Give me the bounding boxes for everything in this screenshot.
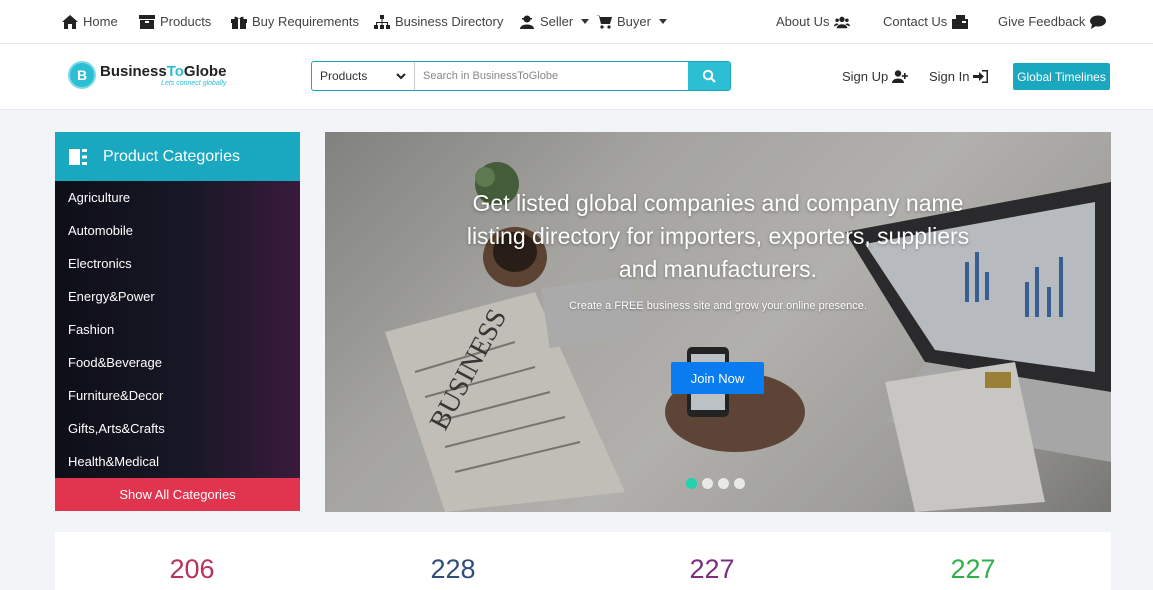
search-category-select[interactable]: Products	[312, 62, 415, 90]
site-logo[interactable]: B BusinessToGlobe Lets connect globally	[68, 61, 226, 89]
category-item-agriculture[interactable]: Agriculture	[55, 181, 300, 214]
gift-icon	[231, 16, 247, 29]
site-header: B BusinessToGlobe Lets connect globally …	[0, 44, 1153, 110]
carousel-dot-3[interactable]	[718, 478, 729, 489]
nav-business-directory[interactable]: Business Directory	[374, 14, 503, 29]
fax-icon	[952, 14, 969, 29]
users-icon	[834, 16, 851, 28]
nav-about-us-label: About Us	[776, 14, 830, 29]
chevron-down-icon	[396, 73, 406, 80]
category-item-energy-power[interactable]: Energy&Power	[55, 280, 300, 313]
list-icon	[69, 148, 87, 165]
nav-buy-requirements[interactable]: Buy Requirements	[231, 14, 359, 29]
stat-value-3: 227	[689, 554, 735, 584]
sign-in-link[interactable]: Sign In	[929, 69, 989, 84]
sitemap-icon	[374, 14, 390, 29]
logo-word-to: To	[166, 62, 184, 80]
logo-text: BusinessToGlobe Lets connect globally	[100, 64, 226, 87]
category-item-furniture-decor[interactable]: Furniture&Decor	[55, 379, 300, 412]
logo-tagline: Lets connect globally	[161, 79, 227, 87]
nav-contact-us-label: Contact Us	[883, 14, 948, 29]
nav-give-feedback-label: Give Feedback	[998, 14, 1086, 29]
stat-value-1: 206	[169, 554, 215, 584]
search-icon	[702, 69, 716, 83]
sign-in-label: Sign In	[929, 69, 970, 84]
nav-seller-dropdown[interactable]: Seller	[519, 14, 590, 29]
chevron-down-icon	[658, 19, 667, 24]
banner-headline: Get listed global companies and company …	[466, 190, 970, 282]
carousel-indicators	[686, 478, 745, 489]
product-categories-header: Product Categories	[55, 132, 300, 181]
chevron-down-icon	[581, 19, 590, 24]
products-icon	[139, 14, 155, 29]
nav-seller-label: Seller	[540, 14, 574, 29]
nav-contact-us[interactable]: Contact Us	[883, 14, 969, 29]
category-item-fashion[interactable]: Fashion	[55, 313, 300, 346]
banner-subheadline: Create a FREE business site and grow you…	[569, 300, 867, 312]
nav-buy-requirements-label: Buy Requirements	[252, 14, 359, 29]
category-item-food-beverage[interactable]: Food&Beverage	[55, 346, 300, 379]
category-item-automobile[interactable]: Automobile	[55, 214, 300, 247]
sign-in-icon	[973, 70, 989, 83]
nav-home[interactable]: Home	[62, 14, 118, 29]
carousel-dot-4[interactable]	[734, 478, 745, 489]
search-input[interactable]	[415, 62, 688, 90]
nav-home-label: Home	[83, 14, 118, 29]
nav-give-feedback[interactable]: Give Feedback	[998, 14, 1107, 29]
sign-up-label: Sign Up	[842, 69, 889, 84]
nav-business-directory-label: Business Directory	[395, 14, 504, 29]
home-icon	[62, 14, 78, 29]
global-timelines-button[interactable]: Global Timelines	[1013, 63, 1110, 90]
nav-about-us[interactable]: About Us	[776, 14, 851, 29]
search-bar: Products	[311, 61, 731, 91]
category-item-electronics[interactable]: Electronics	[55, 247, 300, 280]
show-all-categories-button[interactable]: Show All Categories	[55, 478, 300, 511]
category-item-health-medical[interactable]: Health&Medical	[55, 445, 300, 478]
nav-products[interactable]: Products	[139, 14, 211, 29]
logo-word-business: Business	[100, 62, 167, 80]
comment-icon	[1090, 15, 1107, 29]
stats-strip: 206 228 227 227	[55, 532, 1111, 590]
nav-buyer-dropdown[interactable]: Buyer	[596, 14, 667, 29]
hero-banner: BUSINESS Get listed global companies and…	[325, 132, 1111, 512]
category-list: Agriculture Automobile Electronics Energ…	[55, 181, 300, 478]
carousel-dot-1[interactable]	[686, 478, 697, 489]
seller-icon	[520, 15, 534, 29]
search-button[interactable]	[688, 62, 730, 90]
user-plus-icon	[892, 70, 909, 83]
join-now-button[interactable]: Join Now	[671, 362, 764, 394]
carousel-dot-2[interactable]	[702, 478, 713, 489]
stat-value-2: 228	[430, 554, 476, 584]
product-categories-panel: Product Categories Agriculture Automobil…	[55, 132, 300, 511]
stat-value-4: 227	[950, 554, 996, 584]
logo-word-globe: Globe	[183, 62, 227, 80]
logo-badge-icon: B	[68, 61, 96, 89]
cart-icon	[596, 14, 612, 29]
search-category-value: Products	[320, 69, 368, 83]
category-item-gifts-arts-crafts[interactable]: Gifts,Arts&Crafts	[55, 412, 300, 445]
product-categories-title: Product Categories	[103, 147, 240, 165]
top-navigation: Home Products Buy Requirements Business …	[0, 0, 1153, 44]
sign-up-link[interactable]: Sign Up	[842, 69, 909, 84]
logo-wordmark: BusinessToGlobe	[100, 64, 226, 79]
nav-buyer-label: Buyer	[617, 14, 651, 29]
nav-products-label: Products	[160, 14, 212, 29]
